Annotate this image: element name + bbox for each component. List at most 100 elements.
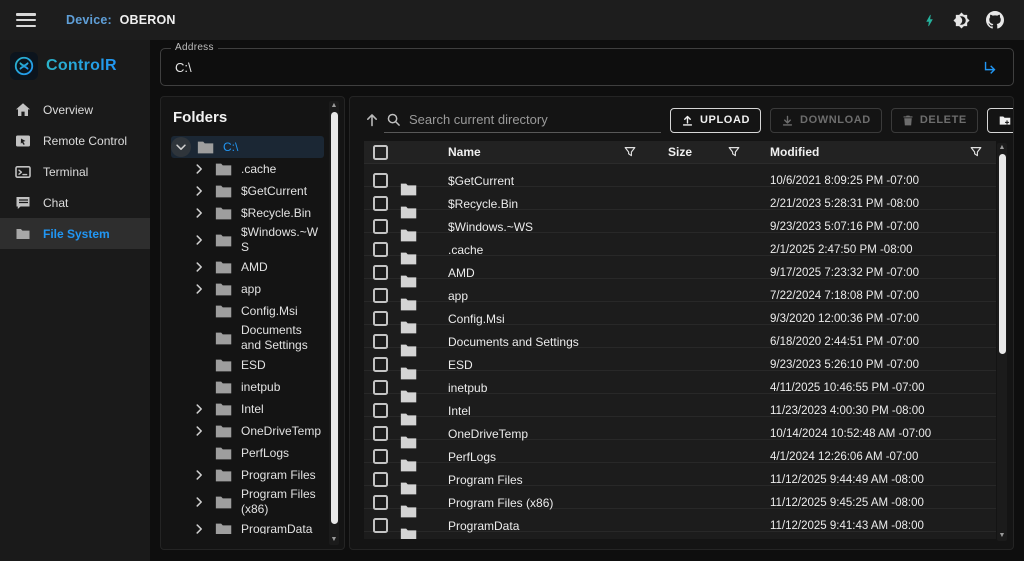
tree-item[interactable]: Intel — [171, 398, 324, 420]
table-row[interactable]: AMD 9/17/2025 7:23:32 PM -07:00 — [364, 256, 996, 279]
tree-item[interactable]: $Windows.~WS — [171, 224, 324, 256]
table-row[interactable]: Config.Msi 9/3/2020 12:00:36 PM -07:00 — [364, 302, 996, 325]
row-checkbox[interactable] — [373, 495, 388, 510]
upload-button[interactable]: UPLOAD — [670, 108, 761, 133]
table-row[interactable]: $GetCurrent 10/6/2021 8:09:25 PM -07:00 — [364, 164, 996, 187]
modified-filter-icon[interactable] — [956, 145, 996, 159]
column-header-modified[interactable]: Modified — [756, 145, 956, 159]
select-all-checkbox[interactable] — [373, 145, 388, 160]
theme-toggle-icon[interactable] — [953, 12, 970, 29]
row-checkbox[interactable] — [373, 403, 388, 418]
navigate-up-icon[interactable] — [364, 112, 380, 128]
file-name[interactable]: $Recycle.Bin — [448, 197, 608, 211]
row-checkbox[interactable] — [373, 311, 388, 326]
table-row[interactable]: PerfLogs 4/1/2024 12:26:06 AM -07:00 — [364, 440, 996, 463]
sidebar-item-terminal[interactable]: Terminal — [0, 156, 150, 187]
file-name[interactable]: Program Files (x86) — [448, 496, 608, 510]
delete-button[interactable]: DELETE — [891, 108, 978, 133]
sidebar-item-overview[interactable]: Overview — [0, 94, 150, 125]
row-checkbox[interactable] — [373, 265, 388, 280]
file-name[interactable]: app — [448, 289, 608, 303]
row-checkbox[interactable] — [373, 472, 388, 487]
chevron-icon[interactable] — [189, 159, 209, 179]
address-value[interactable]: C:\ — [175, 60, 982, 75]
app-logo[interactable]: ControlR — [0, 40, 150, 94]
file-name[interactable]: ESD — [448, 358, 608, 372]
new-folder-button[interactable]: NEW FOLDER — [987, 108, 1014, 133]
sidebar-item-file-system[interactable]: File System — [0, 218, 150, 249]
row-checkbox[interactable] — [373, 173, 388, 188]
scroll-down-icon[interactable]: ▼ — [329, 535, 339, 545]
file-name[interactable]: OneDriveTemp — [448, 427, 608, 441]
chevron-icon[interactable] — [171, 137, 191, 157]
chevron-icon[interactable] — [189, 465, 209, 485]
table-row[interactable]: $Recycle.Bin 2/21/2023 5:28:31 PM -08:00 — [364, 187, 996, 210]
row-checkbox[interactable] — [373, 426, 388, 441]
file-name[interactable]: $Windows.~WS — [448, 220, 608, 234]
folders-scrollbar[interactable]: ▲ ▼ — [329, 101, 339, 545]
file-name[interactable]: Config.Msi — [448, 312, 608, 326]
github-icon[interactable] — [986, 11, 1004, 29]
row-checkbox[interactable] — [373, 357, 388, 372]
download-button[interactable]: DOWNLOAD — [770, 108, 882, 133]
table-row[interactable]: Program Files 11/12/2025 9:44:49 AM -08:… — [364, 463, 996, 486]
chevron-icon[interactable] — [189, 421, 209, 441]
file-name[interactable]: .cache — [448, 243, 608, 257]
search-field[interactable] — [384, 107, 661, 133]
address-field[interactable]: Address C:\ — [160, 48, 1014, 86]
chevron-icon[interactable] — [189, 279, 209, 299]
chevron-icon[interactable] — [189, 203, 209, 223]
column-header-size[interactable]: Size — [652, 145, 712, 159]
table-row[interactable]: ESD 9/23/2023 5:26:10 PM -07:00 — [364, 348, 996, 371]
search-input[interactable] — [409, 112, 659, 127]
table-row[interactable]: $Windows.~WS 9/23/2023 5:07:16 PM -07:00 — [364, 210, 996, 233]
chevron-icon[interactable] — [189, 399, 209, 419]
folders-scrollbar-thumb[interactable] — [331, 112, 338, 524]
chevron-icon[interactable] — [189, 181, 209, 201]
scroll-up-icon[interactable]: ▲ — [329, 101, 339, 111]
row-checkbox[interactable] — [373, 380, 388, 395]
chevron-icon[interactable] — [189, 257, 209, 277]
row-checkbox[interactable] — [373, 288, 388, 303]
tree-item[interactable]: Config.Msi — [171, 300, 324, 322]
menu-icon[interactable] — [16, 13, 36, 27]
tree-item[interactable]: Documents and Settings — [171, 322, 324, 354]
scroll-up-icon[interactable]: ▲ — [997, 143, 1007, 153]
chevron-icon[interactable] — [189, 492, 209, 512]
size-filter-icon[interactable] — [712, 145, 756, 159]
row-checkbox[interactable] — [373, 219, 388, 234]
table-scrollbar[interactable]: ▲ ▼ — [997, 143, 1007, 541]
tree-item[interactable]: Program Files (x86) — [171, 486, 324, 518]
tree-item[interactable]: ESD — [171, 354, 324, 376]
tree-item[interactable]: $GetCurrent — [171, 180, 324, 202]
chevron-icon[interactable] — [189, 230, 209, 250]
file-name[interactable]: PerfLogs — [448, 450, 608, 464]
table-row[interactable]: Intel 11/23/2023 4:00:30 PM -08:00 — [364, 394, 996, 417]
file-name[interactable]: ProgramData — [448, 519, 608, 533]
row-checkbox[interactable] — [373, 449, 388, 464]
table-row[interactable]: OneDriveTemp 10/14/2024 10:52:48 AM -07:… — [364, 417, 996, 440]
tree-item[interactable]: AMD — [171, 256, 324, 278]
scroll-down-icon[interactable]: ▼ — [997, 531, 1007, 541]
tree-item[interactable]: .cache — [171, 158, 324, 180]
connection-bolt-icon[interactable] — [922, 13, 937, 28]
tree-item[interactable]: C:\ — [171, 136, 324, 158]
row-checkbox[interactable] — [373, 518, 388, 533]
tree-item[interactable]: Program Files — [171, 464, 324, 486]
table-row[interactable]: .cache 2/1/2025 2:47:50 PM -08:00 — [364, 233, 996, 256]
file-name[interactable]: Documents and Settings — [448, 335, 608, 349]
column-header-name[interactable]: Name — [448, 145, 608, 159]
tree-item[interactable]: OneDriveTemp — [171, 420, 324, 442]
sidebar-item-chat[interactable]: Chat — [0, 187, 150, 218]
table-row[interactable]: ProgramData 11/12/2025 9:41:43 AM -08:00 — [364, 509, 996, 532]
sidebar-item-remote-control[interactable]: Remote Control — [0, 125, 150, 156]
row-checkbox[interactable] — [373, 242, 388, 257]
file-name[interactable]: inetpub — [448, 381, 608, 395]
file-name[interactable]: AMD — [448, 266, 608, 280]
tree-item[interactable]: inetpub — [171, 376, 324, 398]
table-row[interactable]: Recovery 11/12/2025 9:41:57 AM -08:00 — [364, 532, 996, 539]
row-checkbox[interactable] — [373, 334, 388, 349]
row-checkbox[interactable] — [373, 196, 388, 211]
table-row[interactable]: inetpub 4/11/2025 10:46:55 PM -07:00 — [364, 371, 996, 394]
tree-item[interactable]: ProgramData — [171, 518, 324, 534]
